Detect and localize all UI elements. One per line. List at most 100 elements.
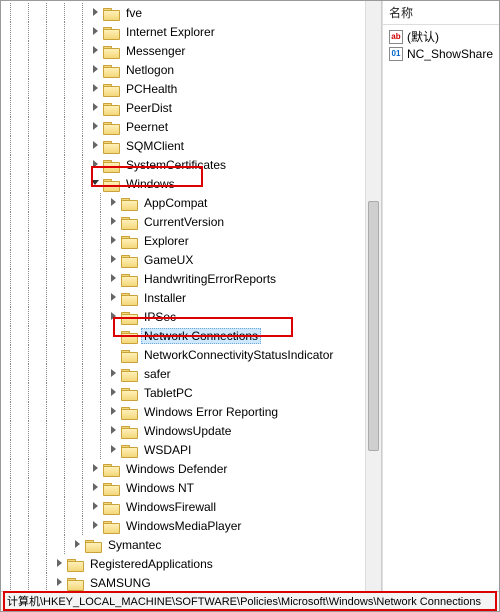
tree-item[interactable]: Windows: [1, 174, 381, 193]
tree-item-label[interactable]: WSDAPI: [141, 442, 194, 458]
tree-item[interactable]: GameUX: [1, 250, 381, 269]
tree-item[interactable]: WindowsMediaPlayer: [1, 516, 381, 535]
tree-item[interactable]: Symantec: [1, 535, 381, 554]
tree-item[interactable]: WindowsUpdate: [1, 421, 381, 440]
expand-icon[interactable]: [109, 273, 120, 284]
tree-item[interactable]: Windows Defender: [1, 459, 381, 478]
tree-item-label[interactable]: PeerDist: [123, 100, 175, 116]
tree-item-label[interactable]: Netlogon: [123, 62, 177, 78]
expand-icon[interactable]: [73, 539, 84, 550]
tree-item[interactable]: SAMSUNG: [1, 573, 381, 591]
tree-item-label[interactable]: Windows Defender: [123, 461, 230, 477]
tree-item[interactable]: Windows Error Reporting: [1, 402, 381, 421]
tree-item[interactable]: SystemCertificates: [1, 155, 381, 174]
list-item[interactable]: ab(默认): [383, 27, 499, 46]
tree-item[interactable]: Windows NT: [1, 478, 381, 497]
expand-icon[interactable]: [109, 368, 120, 379]
tree-item[interactable]: RegisteredApplications: [1, 554, 381, 573]
expand-icon[interactable]: [109, 425, 120, 436]
expand-icon[interactable]: [55, 558, 66, 569]
tree-item-label[interactable]: Network Connections: [141, 328, 261, 344]
tree-item[interactable]: fve: [1, 3, 381, 22]
tree-item[interactable]: Explorer: [1, 231, 381, 250]
tree-item-label[interactable]: AppCompat: [141, 195, 210, 211]
tree-item-label[interactable]: IPSec: [141, 309, 179, 325]
tree-item-label[interactable]: CurrentVersion: [141, 214, 227, 230]
tree-item[interactable]: Internet Explorer: [1, 22, 381, 41]
tree-guide: [1, 440, 19, 459]
tree-item-label[interactable]: Windows: [123, 176, 178, 192]
expand-icon[interactable]: [91, 83, 102, 94]
scrollbar-thumb[interactable]: [368, 201, 379, 451]
tree-scrollbar[interactable]: [365, 1, 381, 591]
expand-icon[interactable]: [91, 501, 102, 512]
tree-item-label[interactable]: SQMClient: [123, 138, 187, 154]
tree-item[interactable]: WindowsFirewall: [1, 497, 381, 516]
tree-item-label[interactable]: Installer: [141, 290, 189, 306]
tree-item[interactable]: Installer: [1, 288, 381, 307]
tree-item-label[interactable]: PCHealth: [123, 81, 180, 97]
expand-icon[interactable]: [109, 216, 120, 227]
tree-item[interactable]: Messenger: [1, 41, 381, 60]
expand-icon[interactable]: [91, 140, 102, 151]
tree-item-label[interactable]: WindowsUpdate: [141, 423, 234, 439]
expand-icon[interactable]: [109, 444, 120, 455]
tree-item-label[interactable]: fve: [123, 5, 145, 21]
expand-icon[interactable]: [109, 292, 120, 303]
expand-icon[interactable]: [91, 463, 102, 474]
expand-icon[interactable]: [91, 121, 102, 132]
tree-item[interactable]: Network Connections: [1, 326, 381, 345]
expand-icon[interactable]: [91, 26, 102, 37]
tree-item-label[interactable]: Windows Error Reporting: [141, 404, 281, 420]
expand-icon[interactable]: [55, 577, 66, 588]
tree-item-label[interactable]: Internet Explorer: [123, 24, 218, 40]
folder-icon: [85, 538, 101, 551]
tree-item-label[interactable]: safer: [141, 366, 174, 382]
tree-item-label[interactable]: Messenger: [123, 43, 188, 59]
expand-icon[interactable]: [91, 520, 102, 531]
tree-item-label[interactable]: WindowsMediaPlayer: [123, 518, 244, 534]
tree-item[interactable]: WSDAPI: [1, 440, 381, 459]
expand-icon[interactable]: [91, 45, 102, 56]
expand-icon[interactable]: [91, 159, 102, 170]
tree-item-label[interactable]: Peernet: [123, 119, 171, 135]
tree-item[interactable]: PeerDist: [1, 98, 381, 117]
tree-item[interactable]: NetworkConnectivityStatusIndicator: [1, 345, 381, 364]
tree-item-label[interactable]: Symantec: [105, 537, 164, 553]
tree-item[interactable]: PCHealth: [1, 79, 381, 98]
expand-icon[interactable]: [91, 482, 102, 493]
tree-item-label[interactable]: NetworkConnectivityStatusIndicator: [141, 347, 336, 363]
list-item[interactable]: 01NC_ShowShare: [383, 46, 499, 62]
tree-item-label[interactable]: HandwritingErrorReports: [141, 271, 279, 287]
expand-icon[interactable]: [109, 387, 120, 398]
expand-icon[interactable]: [109, 235, 120, 246]
tree-item[interactable]: SQMClient: [1, 136, 381, 155]
expand-icon[interactable]: [109, 197, 120, 208]
expand-icon[interactable]: [109, 311, 120, 322]
tree-item[interactable]: Netlogon: [1, 60, 381, 79]
tree-item-label[interactable]: WindowsFirewall: [123, 499, 219, 515]
expand-icon[interactable]: [91, 7, 102, 18]
expand-icon[interactable]: [109, 406, 120, 417]
tree-item[interactable]: AppCompat: [1, 193, 381, 212]
tree-item[interactable]: IPSec: [1, 307, 381, 326]
registry-tree: fve Internet Explorer Messenger Netlogon PCH…: [1, 1, 381, 591]
tree-item-label[interactable]: GameUX: [141, 252, 196, 268]
column-header-name[interactable]: 名称: [383, 1, 499, 25]
tree-item-label[interactable]: SAMSUNG: [87, 575, 154, 591]
tree-item[interactable]: HandwritingErrorReports: [1, 269, 381, 288]
tree-item[interactable]: safer: [1, 364, 381, 383]
tree-item-label[interactable]: Windows NT: [123, 480, 197, 496]
tree-item-label[interactable]: SystemCertificates: [123, 157, 229, 173]
expand-icon[interactable]: [91, 64, 102, 75]
expand-icon[interactable]: [91, 102, 102, 113]
tree-item-label[interactable]: RegisteredApplications: [87, 556, 216, 572]
expand-icon[interactable]: [109, 254, 120, 265]
collapse-icon[interactable]: [91, 178, 102, 189]
tree-item-label[interactable]: TabletPC: [141, 385, 196, 401]
registry-tree-pane[interactable]: fve Internet Explorer Messenger Netlogon PCH…: [1, 1, 382, 591]
tree-item[interactable]: CurrentVersion: [1, 212, 381, 231]
tree-item[interactable]: Peernet: [1, 117, 381, 136]
tree-item[interactable]: TabletPC: [1, 383, 381, 402]
tree-item-label[interactable]: Explorer: [141, 233, 192, 249]
